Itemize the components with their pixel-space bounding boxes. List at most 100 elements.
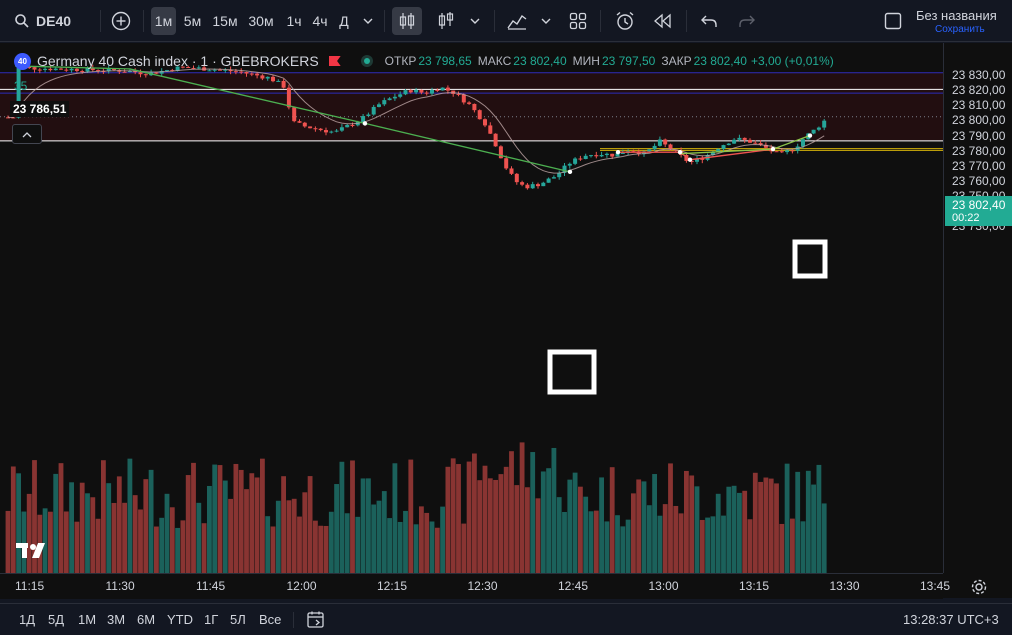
volume-bar — [191, 462, 196, 573]
tradingview-logo[interactable] — [16, 541, 50, 559]
volume-bar — [212, 464, 218, 573]
interval-4h[interactable]: 4ч — [308, 7, 332, 35]
volume-bar — [106, 483, 112, 573]
interval-1m[interactable]: 1м — [151, 7, 176, 35]
countdown-label: 00:22 — [952, 212, 980, 224]
candle-body — [509, 168, 514, 174]
range-5y[interactable]: 5Л — [230, 612, 246, 627]
candle-body — [419, 89, 424, 93]
volume-bar — [668, 463, 673, 573]
range-1d[interactable]: 1Д — [19, 612, 35, 627]
volume-bar — [673, 505, 679, 573]
candle-body — [589, 155, 593, 157]
time-axis[interactable]: 11:15 11:30 11:45 12:00 12:15 12:30 12:45 13:00… — [0, 573, 950, 599]
chart-legend: 40 Germany 40 Cash index · 1 · GBEBROKER… — [14, 52, 834, 70]
volume-bar — [535, 498, 541, 573]
volume-bar — [461, 523, 467, 573]
change-value: +3,00 (+0,01%) — [750, 54, 834, 68]
close-label: ЗАКР — [661, 54, 692, 68]
volume-bar — [805, 470, 811, 573]
range-ytd[interactable]: YTD — [167, 612, 193, 627]
candle-body — [822, 120, 827, 128]
go-to-date-button[interactable] — [306, 610, 326, 630]
anchor-point — [567, 169, 573, 175]
range-6m[interactable]: 6М — [137, 612, 155, 627]
layout-checkbox[interactable] — [880, 7, 906, 35]
candle-body — [732, 139, 737, 144]
volume-bar — [419, 506, 424, 573]
highlight-box — [792, 239, 828, 279]
time-tick-label: 13:45 — [920, 579, 951, 593]
candle-body — [361, 116, 366, 123]
candle-body — [440, 87, 445, 91]
interval-day[interactable]: Д — [334, 7, 354, 35]
save-button[interactable]: Сохранить — [935, 24, 985, 35]
shaded-zone — [0, 71, 943, 141]
plus-circle-icon — [111, 11, 131, 31]
indicators-dropdown[interactable] — [538, 7, 554, 35]
volume-bar — [715, 493, 721, 573]
volume-bar — [222, 480, 228, 573]
indicators-fx-button[interactable] — [504, 7, 530, 35]
candle-body — [122, 71, 127, 73]
candle-body — [403, 90, 408, 95]
layout-name[interactable]: Без названия — [916, 8, 997, 23]
clock-timezone[interactable]: 13:28:37 UTC+3 — [903, 612, 999, 627]
volume-bar — [159, 517, 165, 573]
volume-bar — [779, 523, 785, 573]
volume-bar — [562, 511, 567, 573]
candle-body — [392, 96, 397, 99]
time-tick-label: 11:45 — [196, 579, 226, 593]
price-axis[interactable]: 23 830,00 23 820,00 23 810,00 23 800,00 23 7… — [943, 43, 1012, 573]
candle-body — [445, 87, 450, 91]
price-chart[interactable] — [0, 43, 943, 573]
candle-body — [339, 127, 344, 131]
range-3m[interactable]: 3М — [107, 612, 125, 627]
volume-bar — [456, 464, 461, 573]
candle-body — [435, 89, 440, 91]
volume-bar — [742, 490, 748, 573]
chevron-down-icon — [541, 18, 551, 24]
volume-bar — [127, 458, 133, 573]
candle-body — [308, 126, 313, 129]
volume-bar — [466, 461, 472, 573]
chevron-up-icon — [22, 131, 32, 137]
collapse-legend-button[interactable] — [12, 124, 42, 144]
volume-bar — [472, 453, 477, 573]
interval-dropdown[interactable] — [358, 7, 378, 35]
replay-button[interactable] — [650, 7, 676, 35]
symbol-search-button[interactable]: DE40 — [8, 7, 74, 35]
candle-body — [472, 103, 477, 111]
chart-pane[interactable] — [0, 43, 1012, 598]
interval-30m[interactable]: 30м — [245, 7, 277, 35]
current-price-label: 23 802,40 — [952, 198, 1006, 212]
range-5d[interactable]: 5Д — [48, 612, 64, 627]
range-1m[interactable]: 1М — [78, 612, 96, 627]
candle-body — [530, 184, 535, 189]
candle-body — [292, 107, 297, 122]
candle-body — [483, 119, 487, 126]
market-status-icon[interactable] — [360, 55, 373, 67]
bars-icon — [438, 12, 454, 29]
indicators-button[interactable] — [434, 7, 458, 35]
redo-button[interactable] — [734, 7, 760, 35]
undo-button[interactable] — [696, 7, 722, 35]
volume-bar — [631, 493, 636, 573]
volume-bar — [487, 478, 493, 573]
time-tick-label: 12:30 — [467, 579, 498, 593]
alert-button[interactable] — [612, 7, 638, 35]
interval-5m[interactable]: 5м — [180, 7, 205, 35]
interval-15m[interactable]: 15м — [210, 7, 240, 35]
layout-grid-button[interactable] — [565, 7, 591, 35]
volume-bar — [705, 517, 710, 573]
range-all[interactable]: Все — [259, 612, 281, 627]
compare-symbol-button[interactable] — [108, 7, 134, 35]
chart-type-dropdown[interactable] — [466, 7, 484, 35]
candles-chart-type-button[interactable] — [392, 7, 422, 35]
interval-1h[interactable]: 1ч — [282, 7, 306, 35]
chart-settings-button[interactable] — [970, 578, 988, 596]
range-1y[interactable]: 1Г — [204, 612, 218, 627]
symbol-title[interactable]: Germany 40 Cash index · 1 · GBEBROKERS — [37, 53, 319, 69]
price-tick-label: 23 810,00 — [952, 98, 1006, 113]
volume-bar — [482, 465, 488, 573]
